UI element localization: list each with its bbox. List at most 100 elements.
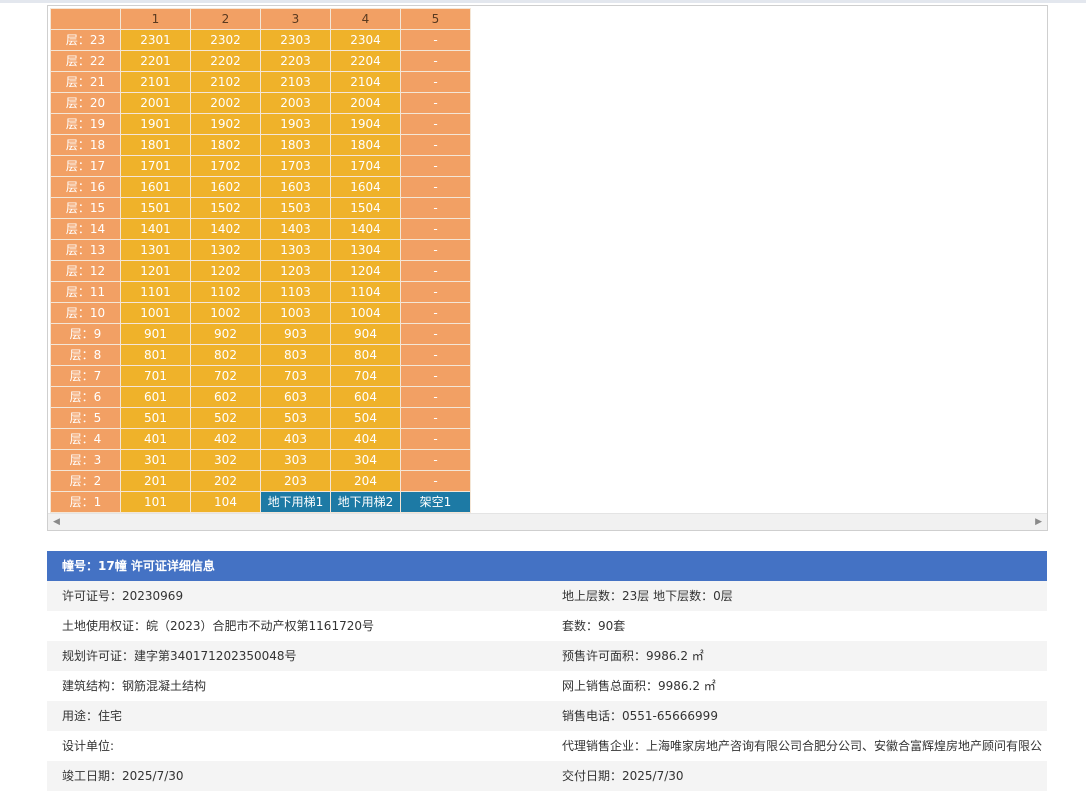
unit-cell[interactable]: 502	[190, 407, 261, 429]
unit-cell[interactable]: 2302	[190, 29, 261, 51]
horizontal-scrollbar[interactable]: ◀ ▶	[48, 513, 1047, 530]
unit-cell[interactable]: 1002	[190, 302, 261, 324]
unit-cell[interactable]: 704	[330, 365, 401, 387]
empty-unit-cell: -	[400, 365, 471, 387]
unit-cell[interactable]: 1202	[190, 260, 261, 282]
unit-cell[interactable]: 2003	[260, 92, 331, 114]
unit-cell[interactable]: 1703	[260, 155, 331, 177]
unit-cell[interactable]: 203	[260, 470, 331, 492]
unit-cell[interactable]: 304	[330, 449, 401, 471]
unit-cell[interactable]: 1802	[190, 134, 261, 156]
unit-cell[interactable]: 603	[260, 386, 331, 408]
unit-cell[interactable]: 404	[330, 428, 401, 450]
unit-cell[interactable]: 1301	[120, 239, 191, 261]
unit-cell[interactable]: 902	[190, 323, 261, 345]
unit-cell[interactable]: 1603	[260, 176, 331, 198]
unit-cell[interactable]: 702	[190, 365, 261, 387]
unit-cell[interactable]: 1503	[260, 197, 331, 219]
unit-cell[interactable]: 1502	[190, 197, 261, 219]
unit-cell[interactable]: 1804	[330, 134, 401, 156]
unit-cell[interactable]: 1803	[260, 134, 331, 156]
unit-cell[interactable]: 402	[190, 428, 261, 450]
unit-cell[interactable]: 2104	[330, 71, 401, 93]
unit-cell[interactable]: 1904	[330, 113, 401, 135]
unit-cell[interactable]: 403	[260, 428, 331, 450]
special-unit-cell[interactable]: 地下用梯2	[330, 491, 401, 513]
unit-cell[interactable]: 2203	[260, 50, 331, 72]
unit-cell[interactable]: 1203	[260, 260, 331, 282]
unit-cell[interactable]: 1004	[330, 302, 401, 324]
unit-cell[interactable]: 2002	[190, 92, 261, 114]
unit-cell[interactable]: 202	[190, 470, 261, 492]
unit-cell[interactable]: 2303	[260, 29, 331, 51]
unit-cell[interactable]: 901	[120, 323, 191, 345]
floor-label: 层：18	[50, 134, 121, 156]
unit-cell[interactable]: 701	[120, 365, 191, 387]
unit-cell[interactable]: 1304	[330, 239, 401, 261]
unit-cell[interactable]: 1903	[260, 113, 331, 135]
unit-cell[interactable]: 1901	[120, 113, 191, 135]
unit-cell[interactable]: 2201	[120, 50, 191, 72]
unit-cell[interactable]: 1504	[330, 197, 401, 219]
unit-cell[interactable]: 1404	[330, 218, 401, 240]
unit-cell[interactable]: 1702	[190, 155, 261, 177]
unit-cell[interactable]: 1001	[120, 302, 191, 324]
arrow-right-icon[interactable]: ▶	[1035, 517, 1042, 527]
unit-cell[interactable]: 1102	[190, 281, 261, 303]
empty-unit-cell: -	[400, 407, 471, 429]
unit-cell[interactable]: 2102	[190, 71, 261, 93]
unit-cell[interactable]: 904	[330, 323, 401, 345]
unit-cell[interactable]: 504	[330, 407, 401, 429]
unit-cell[interactable]: 604	[330, 386, 401, 408]
floor-label: 层：22	[50, 50, 121, 72]
unit-cell[interactable]: 1201	[120, 260, 191, 282]
unit-cell[interactable]: 2304	[330, 29, 401, 51]
arrow-left-icon[interactable]: ◀	[53, 517, 60, 527]
unit-cell[interactable]: 303	[260, 449, 331, 471]
unit-cell[interactable]: 2001	[120, 92, 191, 114]
unit-cell[interactable]: 503	[260, 407, 331, 429]
unit-cell[interactable]: 1003	[260, 302, 331, 324]
unit-cell[interactable]: 1604	[330, 176, 401, 198]
unit-cell[interactable]: 1104	[330, 281, 401, 303]
unit-cell[interactable]: 2202	[190, 50, 261, 72]
unit-cell[interactable]: 201	[120, 470, 191, 492]
unit-cell[interactable]: 1101	[120, 281, 191, 303]
unit-cell[interactable]: 401	[120, 428, 191, 450]
unit-cell[interactable]: 1303	[260, 239, 331, 261]
unit-cell[interactable]: 1801	[120, 134, 191, 156]
unit-cell[interactable]: 602	[190, 386, 261, 408]
unit-cell[interactable]: 2204	[330, 50, 401, 72]
unit-cell[interactable]: 1103	[260, 281, 331, 303]
unit-cell[interactable]: 804	[330, 344, 401, 366]
unit-cell[interactable]: 204	[330, 470, 401, 492]
unit-cell[interactable]: 2101	[120, 71, 191, 93]
unit-cell[interactable]: 1401	[120, 218, 191, 240]
unit-cell[interactable]: 903	[260, 323, 331, 345]
unit-cell[interactable]: 2103	[260, 71, 331, 93]
unit-cell[interactable]: 1302	[190, 239, 261, 261]
unit-cell[interactable]: 302	[190, 449, 261, 471]
unit-cell[interactable]: 1403	[260, 218, 331, 240]
unit-cell[interactable]: 802	[190, 344, 261, 366]
unit-cell[interactable]: 1602	[190, 176, 261, 198]
unit-cell[interactable]: 703	[260, 365, 331, 387]
unit-cell[interactable]: 301	[120, 449, 191, 471]
unit-cell[interactable]: 1501	[120, 197, 191, 219]
unit-cell[interactable]: 1601	[120, 176, 191, 198]
unit-cell[interactable]: 2301	[120, 29, 191, 51]
unit-cell[interactable]: 1402	[190, 218, 261, 240]
unit-cell[interactable]: 1204	[330, 260, 401, 282]
unit-cell[interactable]: 1704	[330, 155, 401, 177]
unit-cell[interactable]: 2004	[330, 92, 401, 114]
unit-cell[interactable]: 501	[120, 407, 191, 429]
unit-cell[interactable]: 801	[120, 344, 191, 366]
unit-cell[interactable]: 1701	[120, 155, 191, 177]
unit-cell[interactable]: 104	[190, 491, 261, 513]
special-unit-cell[interactable]: 架空1	[400, 491, 471, 513]
unit-cell[interactable]: 601	[120, 386, 191, 408]
unit-cell[interactable]: 1902	[190, 113, 261, 135]
unit-cell[interactable]: 803	[260, 344, 331, 366]
unit-cell[interactable]: 101	[120, 491, 191, 513]
special-unit-cell[interactable]: 地下用梯1	[260, 491, 331, 513]
